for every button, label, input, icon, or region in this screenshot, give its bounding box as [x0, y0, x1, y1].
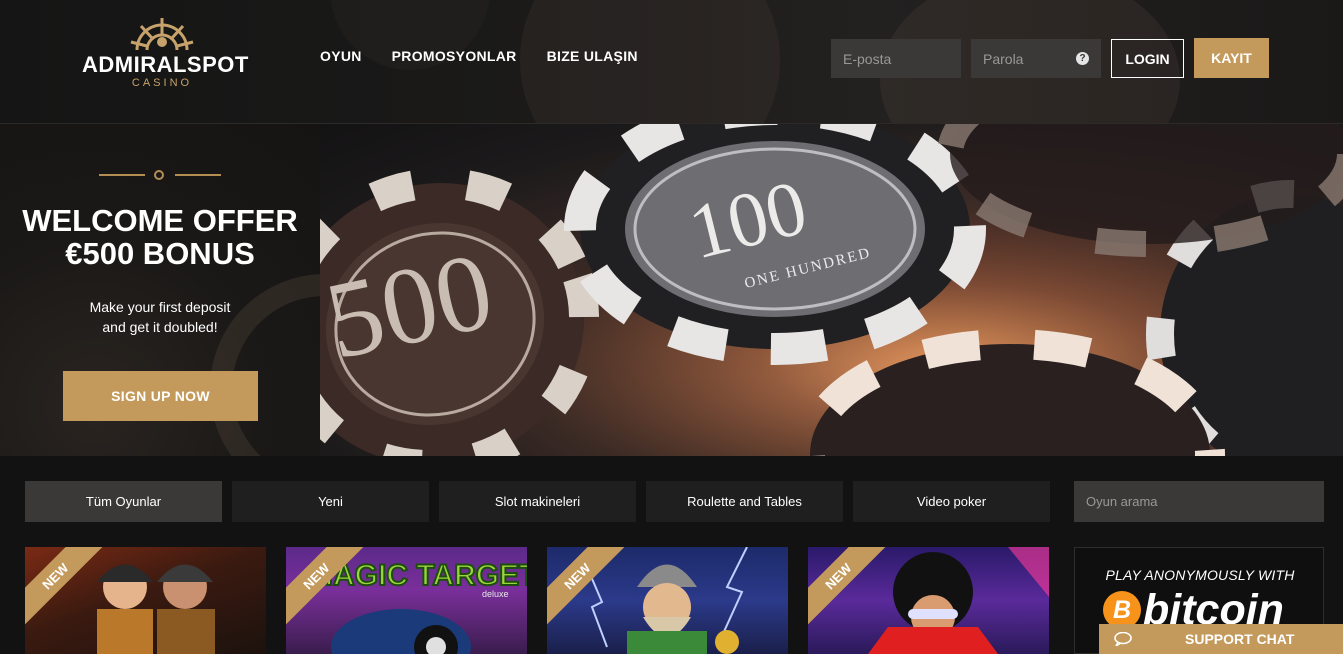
support-chat-button[interactable]: SUPPORT CHAT: [1099, 624, 1343, 654]
tab-roulette-tables[interactable]: Roulette and Tables: [646, 481, 843, 522]
password-placeholder: Parola: [983, 50, 1024, 67]
email-field[interactable]: E-posta: [831, 39, 961, 78]
support-chat-label: SUPPORT CHAT: [1185, 631, 1295, 647]
game-category-tabs: Tüm Oyunlar Yeni Slot makineleri Roulett…: [25, 481, 1050, 522]
offer-text-line2: and get it doubled!: [102, 319, 218, 335]
logo-name: ADMIRALSPOT: [82, 52, 249, 77]
offer-title: WELCOME OFFER €500 BONUS: [0, 204, 320, 270]
hero-banner-image: 500 100 ONE HUNDRED: [320, 124, 1343, 456]
logo-subtitle: CASINO: [131, 77, 193, 89]
site-logo[interactable]: ADMIRALSPOT CASINO: [82, 16, 249, 100]
tab-video-poker[interactable]: Video poker: [853, 481, 1050, 522]
nav-item-bize-ulasin[interactable]: BIZE ULAŞIN: [547, 48, 638, 64]
chat-bubble-icon: [1114, 632, 1132, 646]
game-tile[interactable]: MAGIC TARGET deluxe NEW: [286, 547, 527, 654]
register-button[interactable]: KAYIT: [1194, 38, 1269, 78]
nav-item-oyun[interactable]: OYUN: [320, 48, 362, 64]
password-field[interactable]: Parola ?: [971, 39, 1101, 78]
offer-title-line2: €500 BONUS: [65, 236, 255, 271]
site-header: ADMIRALSPOT CASINO OYUN PROMOSYONLAR BIZ…: [0, 0, 1343, 124]
nav-item-promosyonlar[interactable]: PROMOSYONLAR: [392, 48, 517, 64]
offer-description: Make your first deposit and get it doubl…: [0, 297, 320, 337]
offer-title-line1: WELCOME OFFER: [22, 203, 298, 238]
offer-text-line1: Make your first deposit: [89, 299, 231, 315]
welcome-offer-panel: WELCOME OFFER €500 BONUS Make your first…: [0, 124, 320, 456]
game-tile[interactable]: NEW: [808, 547, 1049, 654]
tab-slots[interactable]: Slot makineleri: [439, 481, 636, 522]
casino-chips-image: 500 100 ONE HUNDRED: [320, 124, 1343, 456]
game-tile[interactable]: NEW: [25, 547, 266, 654]
game-search-input[interactable]: Oyun arama: [1074, 481, 1324, 522]
email-placeholder: E-posta: [843, 50, 892, 67]
main-nav: OYUN PROMOSYONLAR BIZE ULAŞIN: [320, 48, 638, 64]
game-tile[interactable]: NEW: [547, 547, 788, 654]
search-placeholder: Oyun arama: [1086, 494, 1158, 509]
tab-all-games[interactable]: Tüm Oyunlar: [25, 481, 222, 522]
magic-target-subtitle: deluxe: [482, 589, 509, 599]
sign-up-button[interactable]: SIGN UP NOW: [63, 371, 258, 421]
bitcoin-promo-title: PLAY ANONYMOUSLY WITH: [1105, 567, 1295, 583]
tab-new[interactable]: Yeni: [232, 481, 429, 522]
question-icon[interactable]: ?: [1076, 52, 1089, 65]
ornament-divider: [99, 170, 221, 180]
login-button[interactable]: LOGIN: [1111, 39, 1184, 78]
ship-wheel-icon: [130, 18, 194, 51]
